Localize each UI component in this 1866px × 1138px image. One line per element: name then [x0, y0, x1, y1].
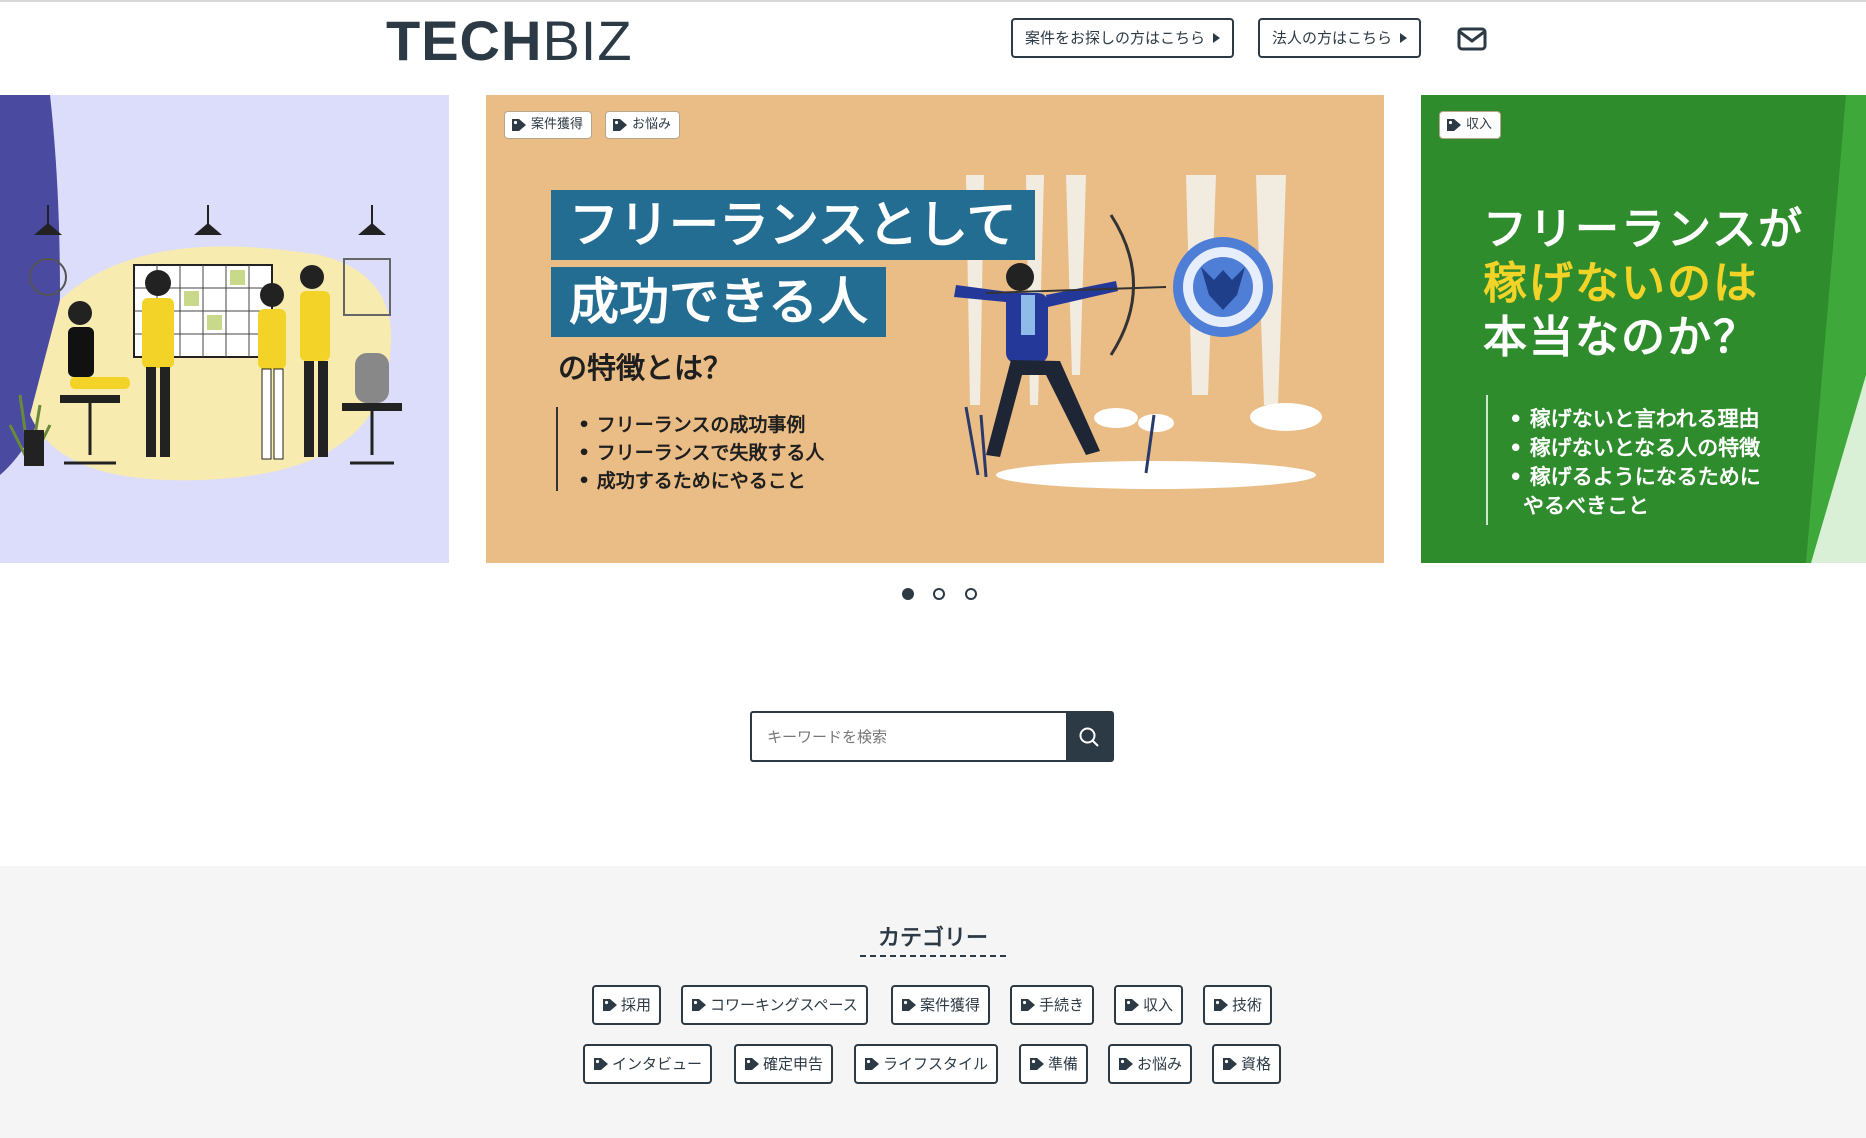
category-chip[interactable]: 収入 — [1114, 985, 1184, 1025]
envelope-icon[interactable] — [1457, 27, 1487, 51]
tag-icon — [613, 119, 627, 131]
tag-badge[interactable]: 収入 — [1439, 111, 1502, 139]
tag-icon — [603, 999, 617, 1011]
slide-bullet: • 稼げないとなる人の特徴 — [1509, 436, 1761, 460]
tag-icon — [1214, 999, 1228, 1011]
search-form — [750, 711, 1114, 762]
category-title-text: カテゴリー — [859, 926, 1006, 957]
category-chip-label: 資格 — [1241, 1055, 1272, 1073]
category-chip-label: 収入 — [1143, 996, 1174, 1014]
carousel-slide-2[interactable]: 案件獲得 お悩み フリーランスとして 成功できる人 の特徴とは？ • フリーラン… — [486, 95, 1384, 563]
top-border — [0, 0, 1866, 2]
category-chip-label: ライフスタイル — [883, 1055, 989, 1073]
logo-text-light: BIZ — [542, 9, 633, 72]
tag-label: 収入 — [1466, 117, 1493, 132]
carousel-dot-3[interactable] — [965, 588, 977, 600]
corporate-button[interactable]: 法人の方はこちら — [1258, 18, 1422, 58]
slide-bullet: • フリーランスの成功事例 — [578, 414, 806, 436]
slide-headline-line1: フリーランスとして — [551, 190, 1035, 260]
tag-icon — [902, 999, 916, 1011]
category-chip[interactable]: 準備 — [1019, 1044, 1089, 1084]
search-button[interactable] — [1066, 713, 1112, 760]
tag-badge[interactable]: 案件獲得 — [504, 111, 593, 139]
carousel-slide-3[interactable]: 収入 フリーランスが 稼げないのは 本当なのか？ • 稼げないと言われる理由 •… — [1421, 95, 1866, 563]
logo-text-bold: TECH — [386, 9, 543, 72]
slide-headline-line2: 成功できる人 — [551, 267, 886, 337]
category-chip[interactable]: コワーキングスペース — [681, 985, 868, 1025]
slide-bullet: • 稼げないと言われる理由 — [1509, 407, 1760, 431]
decorative-stripe — [1806, 95, 1866, 563]
tag-badge[interactable]: お悩み — [605, 111, 681, 139]
category-chip-label: お悩み — [1137, 1055, 1183, 1073]
job-seekers-button[interactable]: 案件をお探しの方はこちら — [1011, 18, 1235, 58]
category-chip-label: 技術 — [1232, 996, 1263, 1014]
category-chip[interactable]: インタビュー — [583, 1044, 713, 1084]
category-chip-label: 準備 — [1048, 1055, 1079, 1073]
job-seekers-label: 案件をお探しの方はこちら — [1025, 29, 1206, 47]
category-chip-label: インタビュー — [612, 1055, 703, 1073]
tag-icon — [1447, 119, 1461, 131]
category-chip-label: 採用 — [621, 996, 652, 1014]
category-title: カテゴリー — [0, 920, 1866, 957]
category-chip[interactable]: 確定申告 — [734, 1044, 834, 1084]
tag-icon — [1125, 999, 1139, 1011]
slide-bullet: やるべきこと — [1523, 494, 1649, 518]
category-chip[interactable]: ライフスタイル — [854, 1044, 999, 1084]
office-team-illustration — [0, 95, 402, 481]
slide-bullet: • フリーランスで失敗する人 — [578, 442, 825, 464]
category-chip[interactable]: 手続き — [1010, 985, 1095, 1025]
tag-icon — [594, 1058, 608, 1070]
divider — [556, 407, 558, 491]
tag-label: 案件獲得 — [531, 117, 584, 132]
category-chip-label: コワーキングスペース — [710, 996, 858, 1014]
slide-subheadline: の特徴とは？ — [558, 351, 733, 385]
carousel-slide-1[interactable] — [0, 95, 449, 563]
search-input[interactable] — [752, 713, 1066, 760]
site-logo[interactable]: TECHBIZ — [386, 6, 633, 76]
caret-right-icon — [1400, 33, 1408, 43]
carousel-dot-1[interactable] — [902, 588, 914, 600]
divider — [1486, 395, 1488, 525]
carousel-dot-2[interactable] — [933, 588, 945, 600]
slide-headline-line3: 本当なのか？ — [1483, 312, 1759, 363]
category-chip-label: 案件獲得 — [920, 996, 981, 1014]
caret-right-icon — [1213, 33, 1221, 43]
category-chip[interactable]: お悩み — [1108, 1044, 1193, 1084]
tag-label: お悩み — [632, 117, 672, 132]
tag-icon — [1021, 999, 1035, 1011]
category-chip[interactable]: 資格 — [1212, 1044, 1282, 1084]
category-chip-label: 手続き — [1039, 996, 1085, 1014]
tag-icon — [692, 999, 706, 1011]
tag-icon — [1030, 1058, 1044, 1070]
category-chip-label: 確定申告 — [763, 1055, 824, 1073]
tag-icon — [1119, 1058, 1133, 1070]
tag-icon — [512, 119, 526, 131]
corporate-label: 法人の方はこちら — [1272, 29, 1393, 47]
tag-icon — [745, 1058, 759, 1070]
slide-bullet: • 稼げるようになるために — [1509, 465, 1761, 489]
category-chip[interactable]: 技術 — [1203, 985, 1273, 1025]
category-chip[interactable]: 採用 — [592, 985, 662, 1025]
search-icon — [1079, 727, 1099, 747]
tag-icon — [865, 1058, 879, 1070]
slide-bullet: • 成功するためにやること — [578, 470, 806, 492]
tag-icon — [1223, 1058, 1237, 1070]
category-chip[interactable]: 案件獲得 — [891, 985, 991, 1025]
